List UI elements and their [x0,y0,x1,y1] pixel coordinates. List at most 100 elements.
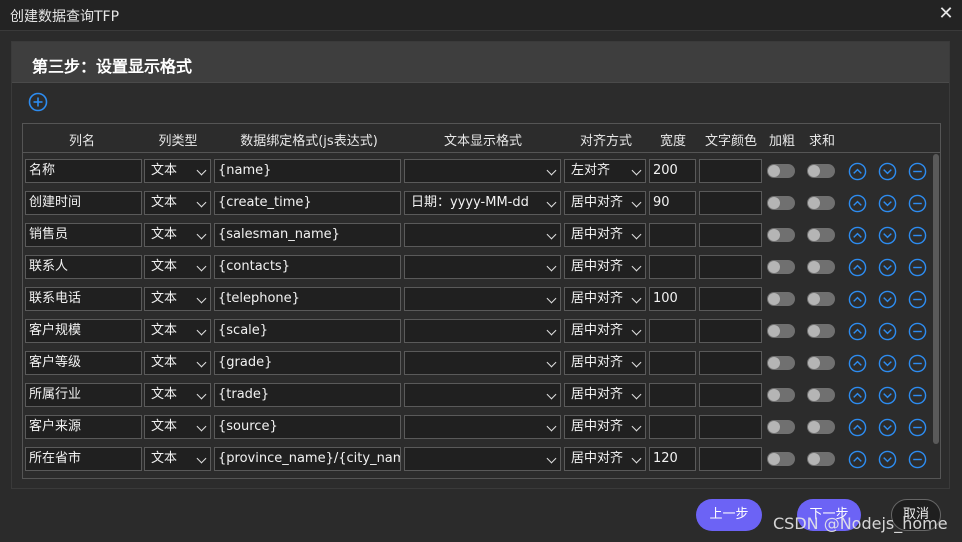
move-up-icon[interactable] [848,418,867,437]
text-color-input[interactable] [699,191,762,215]
bind-expression-input[interactable]: {grade} [214,351,401,375]
bind-expression-input[interactable]: {trade} [214,383,401,407]
sum-toggle[interactable] [807,356,835,370]
move-down-icon[interactable] [878,450,897,469]
column-type-select[interactable]: 文本 [144,287,211,311]
move-up-icon[interactable] [848,354,867,373]
bind-expression-input[interactable]: {province_name}/{city_name [214,447,401,471]
align-select[interactable]: 居中对齐 [564,415,646,439]
bind-expression-input[interactable]: {create_time} [214,191,401,215]
move-up-icon[interactable] [848,258,867,277]
align-select[interactable]: 居中对齐 [564,383,646,407]
column-name-input[interactable]: 客户规模 [25,319,142,343]
align-select[interactable]: 居中对齐 [564,351,646,375]
sum-toggle[interactable] [807,452,835,466]
text-format-select[interactable] [404,383,561,407]
move-down-icon[interactable] [878,386,897,405]
text-format-select[interactable] [404,415,561,439]
move-up-icon[interactable] [848,386,867,405]
bold-toggle[interactable] [767,420,795,434]
prev-button[interactable]: 上一步 [696,499,762,531]
width-input[interactable] [649,255,696,279]
bind-expression-input[interactable]: {contacts} [214,255,401,279]
column-name-input[interactable]: 客户等级 [25,351,142,375]
text-format-select[interactable] [404,447,561,471]
remove-row-icon[interactable] [908,162,927,181]
move-down-icon[interactable] [878,194,897,213]
sum-toggle[interactable] [807,196,835,210]
text-color-input[interactable] [699,255,762,279]
bind-expression-input[interactable]: {source} [214,415,401,439]
table-scrollbar[interactable] [933,154,939,444]
text-format-select[interactable] [404,319,561,343]
align-select[interactable]: 居中对齐 [564,287,646,311]
width-input[interactable] [649,319,696,343]
width-input[interactable]: 100 [649,287,696,311]
align-select[interactable]: 居中对齐 [564,447,646,471]
width-input[interactable] [649,415,696,439]
column-type-select[interactable]: 文本 [144,415,211,439]
move-up-icon[interactable] [848,194,867,213]
text-format-select[interactable]: 日期：yyyy-MM-dd [404,191,561,215]
text-color-input[interactable] [699,383,762,407]
text-format-select[interactable] [404,223,561,247]
move-down-icon[interactable] [878,290,897,309]
text-color-input[interactable] [699,287,762,311]
text-color-input[interactable] [699,319,762,343]
remove-row-icon[interactable] [908,322,927,341]
move-down-icon[interactable] [878,322,897,341]
sum-toggle[interactable] [807,292,835,306]
text-format-select[interactable] [404,255,561,279]
bind-expression-input[interactable]: {salesman_name} [214,223,401,247]
column-type-select[interactable]: 文本 [144,383,211,407]
text-color-input[interactable] [699,351,762,375]
bold-toggle[interactable] [767,388,795,402]
move-up-icon[interactable] [848,322,867,341]
text-format-select[interactable] [404,351,561,375]
column-type-select[interactable]: 文本 [144,319,211,343]
bold-toggle[interactable] [767,292,795,306]
bind-expression-input[interactable]: {telephone} [214,287,401,311]
bold-toggle[interactable] [767,196,795,210]
remove-row-icon[interactable] [908,354,927,373]
column-type-select[interactable]: 文本 [144,255,211,279]
remove-row-icon[interactable] [908,386,927,405]
column-type-select[interactable]: 文本 [144,191,211,215]
column-name-input[interactable]: 联系电话 [25,287,142,311]
column-type-select[interactable]: 文本 [144,223,211,247]
bold-toggle[interactable] [767,356,795,370]
width-input[interactable]: 90 [649,191,696,215]
width-input[interactable]: 200 [649,159,696,183]
column-name-input[interactable]: 所属行业 [25,383,142,407]
move-down-icon[interactable] [878,162,897,181]
sum-toggle[interactable] [807,388,835,402]
column-name-input[interactable]: 所在省市 [25,447,142,471]
move-up-icon[interactable] [848,290,867,309]
text-color-input[interactable] [699,415,762,439]
column-type-select[interactable]: 文本 [144,447,211,471]
move-down-icon[interactable] [878,418,897,437]
column-name-input[interactable]: 联系人 [25,255,142,279]
bold-toggle[interactable] [767,260,795,274]
align-select[interactable]: 居中对齐 [564,319,646,343]
bold-toggle[interactable] [767,228,795,242]
bind-expression-input[interactable]: {scale} [214,319,401,343]
text-format-select[interactable] [404,159,561,183]
text-color-input[interactable] [699,223,762,247]
move-down-icon[interactable] [878,258,897,277]
remove-row-icon[interactable] [908,258,927,277]
sum-toggle[interactable] [807,420,835,434]
text-format-select[interactable] [404,287,561,311]
move-down-icon[interactable] [878,226,897,245]
column-type-select[interactable]: 文本 [144,351,211,375]
remove-row-icon[interactable] [908,450,927,469]
bold-toggle[interactable] [767,164,795,178]
sum-toggle[interactable] [807,324,835,338]
move-up-icon[interactable] [848,226,867,245]
column-name-input[interactable]: 名称 [25,159,142,183]
text-color-input[interactable] [699,447,762,471]
sum-toggle[interactable] [807,164,835,178]
sum-toggle[interactable] [807,228,835,242]
remove-row-icon[interactable] [908,194,927,213]
align-select[interactable]: 居中对齐 [564,223,646,247]
